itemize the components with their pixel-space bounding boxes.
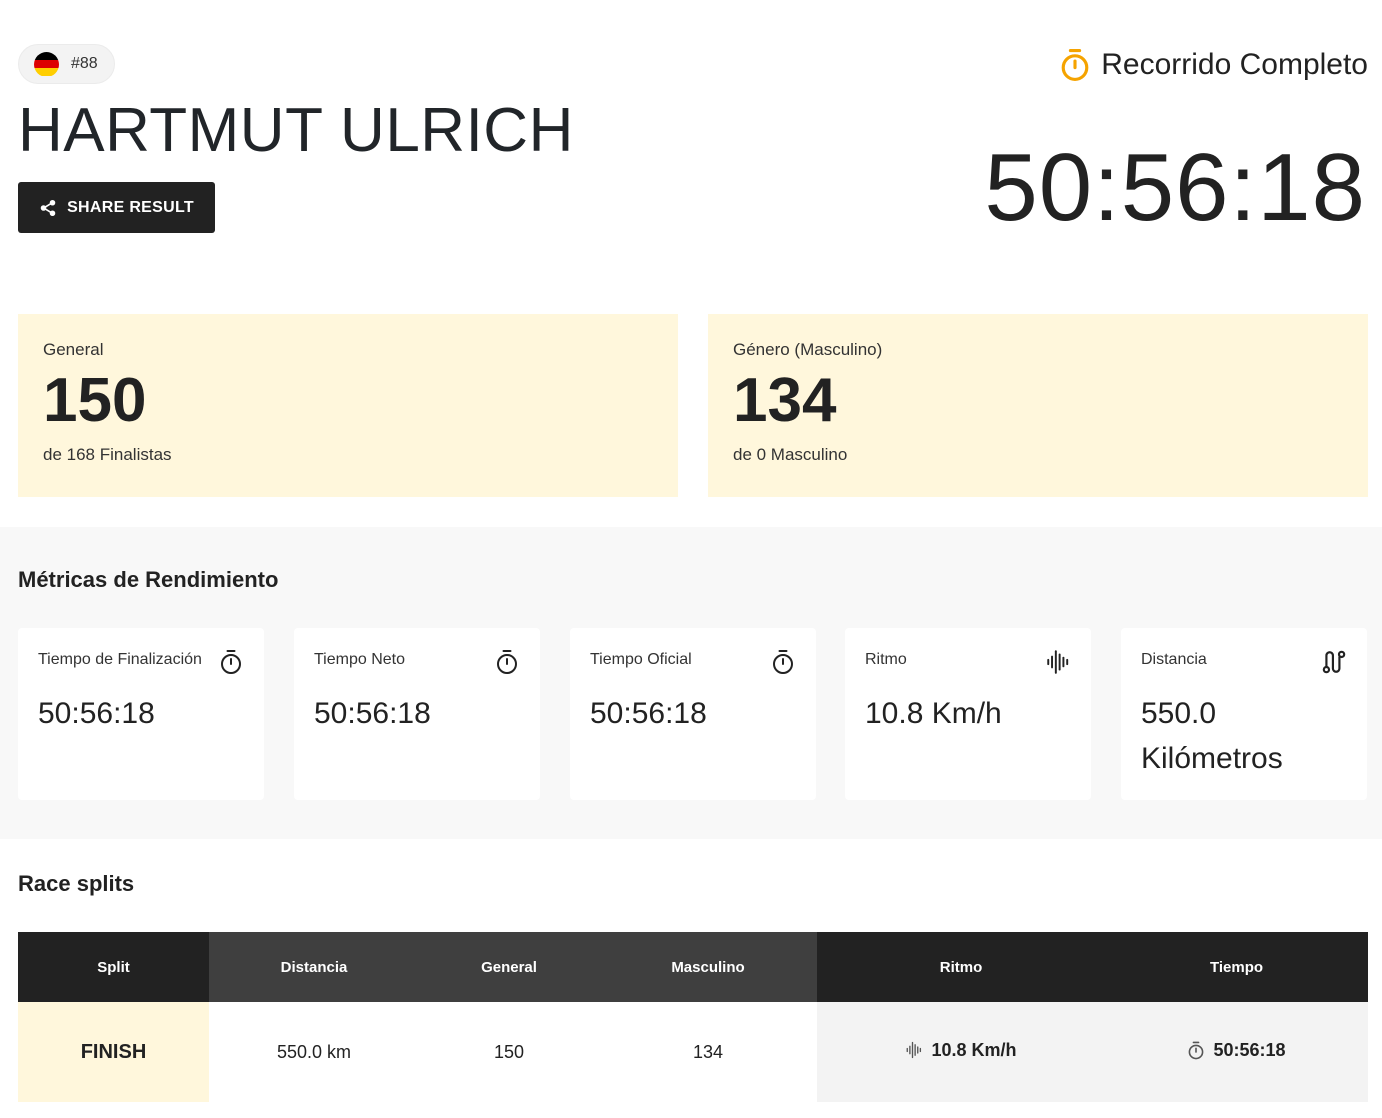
split-time-cell: 50:56:18	[1105, 1002, 1368, 1102]
metric-value: 550.0 Kilómetros	[1141, 697, 1283, 775]
stopwatch-icon	[221, 650, 241, 674]
metric-card-net-time: Tiempo Neto 50:56:18	[294, 628, 540, 800]
overall-rank-value: 150	[43, 366, 147, 435]
metric-label: Distancia	[1141, 651, 1207, 668]
column-header-overall: General	[419, 932, 599, 1002]
metric-card-distance: Distancia 550.0 Kilómetros	[1121, 628, 1367, 800]
column-header-pace: Ritmo	[817, 932, 1105, 1002]
stopwatch-icon	[1061, 49, 1089, 81]
split-distance: 550.0 km	[276, 1041, 352, 1062]
bib-number: #88	[71, 55, 98, 72]
split-overall-rank: 150	[493, 1041, 525, 1062]
completion-status: Recorrido Completo	[1059, 48, 1368, 82]
split-time: 50:56:18	[1213, 1039, 1286, 1060]
share-icon	[40, 199, 56, 216]
split-pace-cell: 10.8 Km/h	[817, 1002, 1105, 1102]
metric-value: 50:56:18	[314, 697, 431, 730]
split-name: FINISH	[18, 1002, 209, 1102]
share-result-button[interactable]: SHARE RESULT	[18, 182, 215, 233]
athlete-name: HARTMUT ULRICH	[18, 96, 574, 165]
performance-metrics-section: Métricas de Rendimiento Tiempo de Finali…	[0, 527, 1382, 839]
route-icon	[1322, 650, 1346, 674]
metric-card-official-time: Tiempo Oficial 50:56:18	[570, 628, 816, 800]
germany-flag-icon	[34, 51, 59, 77]
stopwatch-icon	[773, 650, 793, 674]
status-label: Recorrido Completo	[1101, 48, 1368, 81]
column-header-time: Tiempo	[1105, 932, 1368, 1002]
stopwatch-icon	[497, 650, 517, 674]
column-header-distance: Distancia	[209, 932, 419, 1002]
metrics-title: Métricas de Rendimiento	[18, 567, 279, 592]
overall-rank-label: General	[43, 340, 104, 359]
metric-value: 10.8 Km/h	[865, 697, 1002, 730]
bib-badge: #88	[18, 44, 115, 84]
splits-title: Race splits	[18, 871, 135, 896]
split-pace: 10.8 Km/h	[931, 1039, 1017, 1060]
overall-rank-total: de 168 Finalistas	[43, 445, 172, 465]
metric-card-finish-time: Tiempo de Finalización 50:56:18	[18, 628, 264, 800]
metric-value: 50:56:18	[590, 697, 707, 730]
metric-label: Tiempo de Finalización	[38, 651, 202, 668]
metric-value: 50:56:18	[38, 697, 155, 730]
share-result-label: SHARE RESULT	[67, 198, 194, 216]
table-header-row: Split Distancia General Masculino Ritmo …	[18, 932, 1368, 1002]
finish-time: 50:56:18	[984, 134, 1366, 241]
metric-label: Ritmo	[865, 651, 907, 668]
result-header: #88 HARTMUT ULRICH SHARE RESULT Recorrid…	[18, 44, 1368, 244]
metric-label: Tiempo Neto	[314, 651, 405, 668]
column-header-gender: Masculino	[599, 932, 817, 1002]
gender-rank-value: 134	[733, 366, 837, 435]
stopwatch-icon	[1189, 1041, 1204, 1059]
gender-rank-total: de 0 Masculino	[733, 445, 848, 465]
column-header-split: Split	[18, 932, 209, 1002]
metric-card-pace: Ritmo 10.8 Km/h	[845, 628, 1091, 800]
waveform-icon	[1047, 650, 1069, 674]
waveform-icon	[907, 1042, 922, 1059]
table-row: FINISH 550.0 km 150 134 10.8 Km/h 50:56:…	[18, 1002, 1368, 1102]
gender-rank-card: Género (Masculino) 134 de 0 Masculino	[708, 314, 1368, 497]
race-splits-table: Split Distancia General Masculino Ritmo …	[18, 932, 1368, 1102]
split-gender-rank: 134	[692, 1041, 724, 1062]
gender-rank-label: Género (Masculino)	[733, 340, 883, 359]
overall-rank-card: General 150 de 168 Finalistas	[18, 314, 678, 497]
metric-label: Tiempo Oficial	[590, 651, 692, 668]
